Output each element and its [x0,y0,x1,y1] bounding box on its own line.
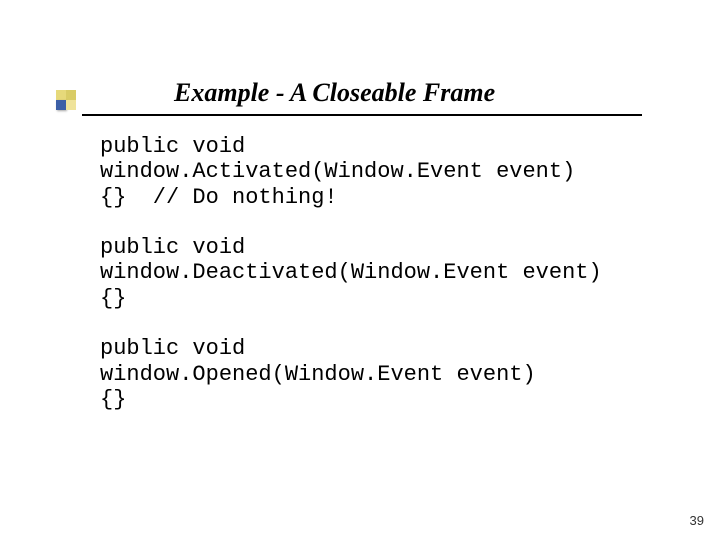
code-area: public void window.Activated(Window.Even… [100,134,670,412]
slide-title: Example - A Closeable Frame [174,78,495,107]
slide-bullet-icon [56,90,78,112]
slide-title-block: Example - A Closeable Frame [174,78,604,108]
page-number: 39 [690,513,704,528]
title-underline [82,114,642,116]
code-block-2: public void window.Deactivated(Window.Ev… [100,235,602,311]
code-block-1: public void window.Activated(Window.Even… [100,134,575,210]
code-block-3: public void window.Opened(Window.Event e… [100,336,536,412]
